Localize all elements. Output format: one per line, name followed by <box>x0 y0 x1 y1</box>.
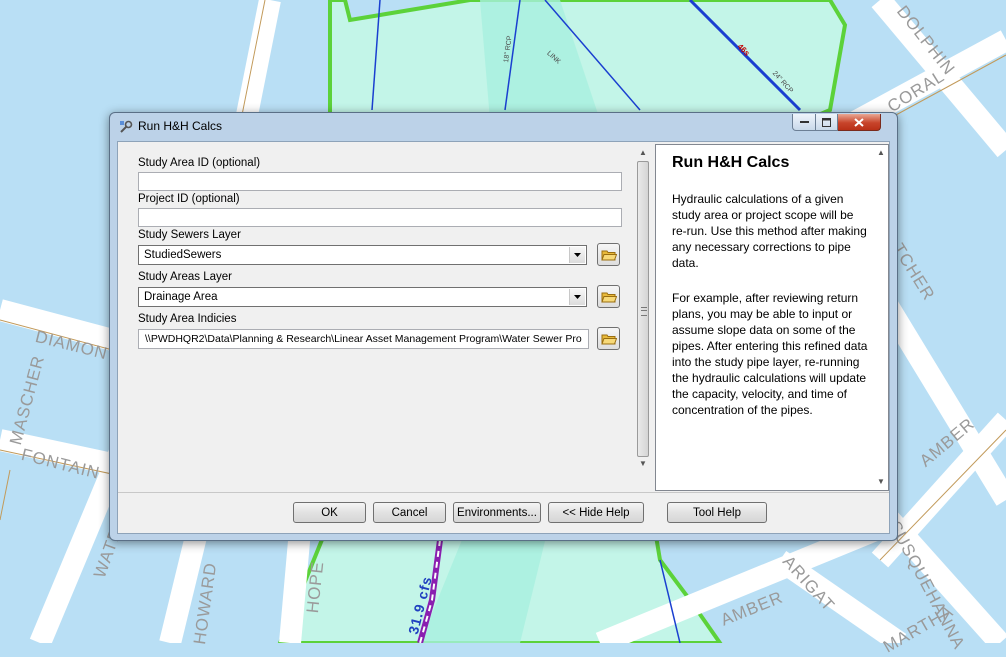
folder-open-icon <box>600 292 617 302</box>
cancel-button[interactable]: Cancel <box>373 502 446 523</box>
folder-open-icon <box>600 334 617 344</box>
scroll-down-icon[interactable]: ▼ <box>636 458 650 470</box>
run-hh-calcs-dialog: Run H&H Calcs Study Area ID (optional) P… <box>109 112 898 541</box>
ok-button[interactable]: OK <box>293 502 366 523</box>
maximize-icon <box>822 117 831 127</box>
study-areas-layer-label: Study Areas Layer <box>138 271 232 283</box>
help-paragraph-2: For example, after reviewing return plan… <box>672 291 868 417</box>
help-title: Run H&H Calcs <box>672 154 790 171</box>
study-area-indicies-input[interactable]: \\PWDHQR2\Data\Planning & Research\Linea… <box>138 329 589 349</box>
hide-help-button[interactable]: << Hide Help <box>548 502 644 523</box>
browse-sewers-button[interactable] <box>597 243 620 266</box>
study-area-indicies-value: \\PWDHQR2\Data\Planning & Research\Linea… <box>145 333 582 345</box>
close-icon <box>854 117 864 127</box>
study-sewers-layer-label: Study Sewers Layer <box>138 229 241 241</box>
maximize-button[interactable] <box>816 114 838 131</box>
project-id-input[interactable] <box>138 208 622 227</box>
parameters-pane: Study Area ID (optional) Project ID (opt… <box>118 142 649 492</box>
browse-indicies-button[interactable] <box>597 327 620 350</box>
study-sewers-layer-dropdown[interactable]: StudiedSewers <box>138 245 587 265</box>
folder-open-icon <box>600 250 617 260</box>
button-bar-divider <box>118 492 889 493</box>
study-areas-layer-value: Drainage Area <box>144 291 218 303</box>
scrollbar-thumb[interactable] <box>637 161 649 457</box>
study-sewers-layer-value: StudiedSewers <box>144 249 222 261</box>
window-title: Run H&H Calcs <box>138 119 223 133</box>
chevron-down-icon[interactable] <box>569 247 585 263</box>
help-scrollbar[interactable]: ▲ ▼ <box>874 145 888 490</box>
project-id-label: Project ID (optional) <box>138 193 240 205</box>
close-button[interactable] <box>838 114 881 131</box>
help-pane: Run H&H Calcs Hydraulic calculations of … <box>655 144 889 491</box>
help-paragraph-1: Hydraulic calculations of a given study … <box>672 192 867 270</box>
minimize-button[interactable] <box>792 114 816 131</box>
dialog-client-area: Study Area ID (optional) Project ID (opt… <box>117 141 890 534</box>
study-area-id-input[interactable] <box>138 172 622 191</box>
study-areas-layer-dropdown[interactable]: Drainage Area <box>138 287 587 307</box>
scroll-up-icon[interactable]: ▲ <box>874 147 888 159</box>
tool-icon <box>120 120 133 133</box>
environments-button[interactable]: Environments... <box>453 502 541 523</box>
tool-help-button[interactable]: Tool Help <box>667 502 767 523</box>
browse-areas-button[interactable] <box>597 285 620 308</box>
study-area-id-label: Study Area ID (optional) <box>138 157 261 169</box>
scroll-down-icon[interactable]: ▼ <box>874 476 888 488</box>
study-area-indicies-label: Study Area Indicies <box>138 313 237 325</box>
minimize-icon <box>799 121 809 123</box>
title-bar[interactable]: Run H&H Calcs <box>110 113 897 139</box>
parameters-scrollbar[interactable]: ▲ ▼ <box>636 147 650 470</box>
chevron-down-icon[interactable] <box>569 289 585 305</box>
scroll-up-icon[interactable]: ▲ <box>636 147 650 159</box>
